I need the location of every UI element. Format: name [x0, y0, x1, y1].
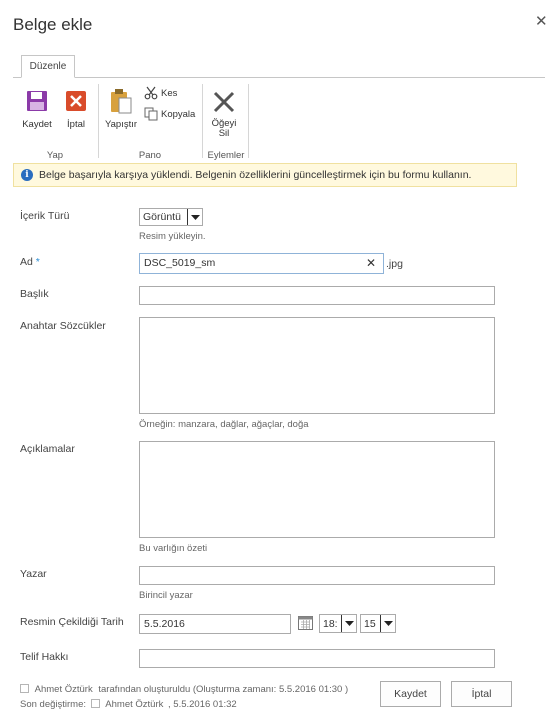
status-message: Belge başarıyla karşıya yüklendi. Belgen…: [39, 169, 472, 181]
description-label: Açıklamalar: [20, 443, 75, 455]
created-info: Ahmet Öztürk tarafından oluşturuldu (Olu…: [20, 684, 348, 695]
group-separator: [98, 84, 99, 158]
delete-x-icon: [213, 91, 235, 113]
group-separator: [202, 84, 203, 158]
content-type-label: İçerik Türü: [20, 210, 70, 222]
ribbon-copy-label: Kopyala: [161, 108, 196, 120]
hour-select[interactable]: 18:: [319, 614, 357, 633]
created-text: tarafından oluşturuldu (Oluşturma zamanı…: [98, 684, 349, 695]
ribbon-save-label: Kaydet: [22, 119, 52, 130]
group-label-yap: Yap: [46, 150, 64, 161]
created-checkbox-icon: [20, 684, 29, 693]
ribbon-paste-label: Yapıştır: [104, 119, 138, 130]
cancel-icon: [66, 91, 86, 111]
description-hint: Bu varlığın özeti: [139, 543, 208, 554]
author-hint: Birincil yazar: [139, 590, 193, 601]
date-taken-label: Resmin Çekildiği Tarih: [20, 616, 124, 628]
keywords-hint: Örneğin: manzara, dağlar, ağaçlar, doğa: [139, 419, 309, 430]
group-separator: [248, 84, 249, 158]
save-button[interactable]: Kaydet: [380, 681, 441, 707]
name-extension: .jpg: [386, 258, 403, 270]
clear-icon[interactable]: ✕: [366, 254, 376, 272]
name-label: Ad *: [20, 256, 40, 268]
required-mark: *: [35, 256, 40, 268]
ribbon-paste-button[interactable]: Yapıştır: [103, 88, 139, 130]
keywords-label: Anahtar Sözcükler: [20, 320, 106, 332]
author-input[interactable]: [139, 566, 495, 585]
chevron-down-icon: [380, 615, 395, 632]
save-icon: [27, 91, 47, 111]
ribbon-delete-button[interactable]: Öğeyi Sil: [209, 90, 239, 139]
copyright-input[interactable]: [139, 649, 495, 668]
keywords-textarea[interactable]: [139, 317, 495, 414]
date-input[interactable]: 5.5.2016: [139, 614, 291, 634]
modified-user[interactable]: Ahmet Öztürk: [105, 699, 163, 710]
chevron-down-icon: [187, 209, 202, 225]
scissors-icon: [144, 86, 158, 100]
dialog-title: Belge ekle: [13, 15, 93, 34]
minute-select[interactable]: 15: [360, 614, 396, 633]
ribbon-cut-label: Kes: [161, 87, 178, 99]
copyright-label: Telif Hakkı: [20, 651, 69, 663]
name-input[interactable]: DSC_5019_sm ✕: [139, 253, 384, 274]
copy-icon: [144, 107, 158, 121]
description-textarea[interactable]: [139, 441, 495, 538]
ribbon-delete-label: Öğeyi Sil: [209, 119, 239, 139]
modified-checkbox-icon: [90, 699, 100, 708]
ribbon: Kaydet İptal Yap Yapıştır Kes Kopyala Pa…: [13, 78, 545, 162]
calendar-icon[interactable]: [298, 615, 313, 633]
content-type-value: Görüntü: [143, 211, 181, 223]
ribbon-cancel-label: İptal: [67, 119, 85, 130]
ribbon-delete-label-line2: Sil: [218, 128, 230, 139]
ribbon-cut-button[interactable]: Kes: [144, 86, 177, 100]
author-label: Yazar: [20, 568, 47, 580]
ribbon-copy-button[interactable]: Kopyala: [144, 107, 195, 121]
content-type-select[interactable]: Görüntü: [139, 208, 203, 226]
modified-info: Son değiştirme: Ahmet Öztürk , 5.5.2016 …: [20, 699, 237, 710]
created-user[interactable]: Ahmet Öztürk: [35, 684, 93, 695]
close-icon[interactable]: ✕: [535, 12, 548, 30]
info-icon: i: [21, 169, 33, 181]
modified-prefix: Son değiştirme:: [20, 699, 87, 710]
hour-value: 18:: [323, 617, 338, 630]
minute-value: 15: [364, 617, 376, 630]
content-type-hint: Resim yükleyin.: [139, 231, 206, 242]
ribbon-cancel-button[interactable]: İptal: [61, 90, 91, 130]
chevron-down-icon: [341, 615, 356, 632]
name-label-text: Ad: [20, 256, 33, 268]
paste-icon: [111, 89, 132, 114]
title-input[interactable]: [139, 286, 495, 305]
status-bar: i Belge başarıyla karşıya yüklendi. Belg…: [13, 163, 517, 187]
group-label-pano: Pano: [138, 150, 162, 161]
name-input-value: DSC_5019_sm: [144, 257, 216, 269]
title-label: Başlık: [20, 288, 49, 300]
cancel-button[interactable]: İptal: [451, 681, 512, 707]
modified-time: , 5.5.2016 01:32: [168, 699, 237, 710]
ribbon-save-button[interactable]: Kaydet: [19, 90, 55, 130]
group-label-eylemler: Eylemler: [207, 150, 245, 161]
tab-duzenle[interactable]: Düzenle: [21, 55, 75, 78]
